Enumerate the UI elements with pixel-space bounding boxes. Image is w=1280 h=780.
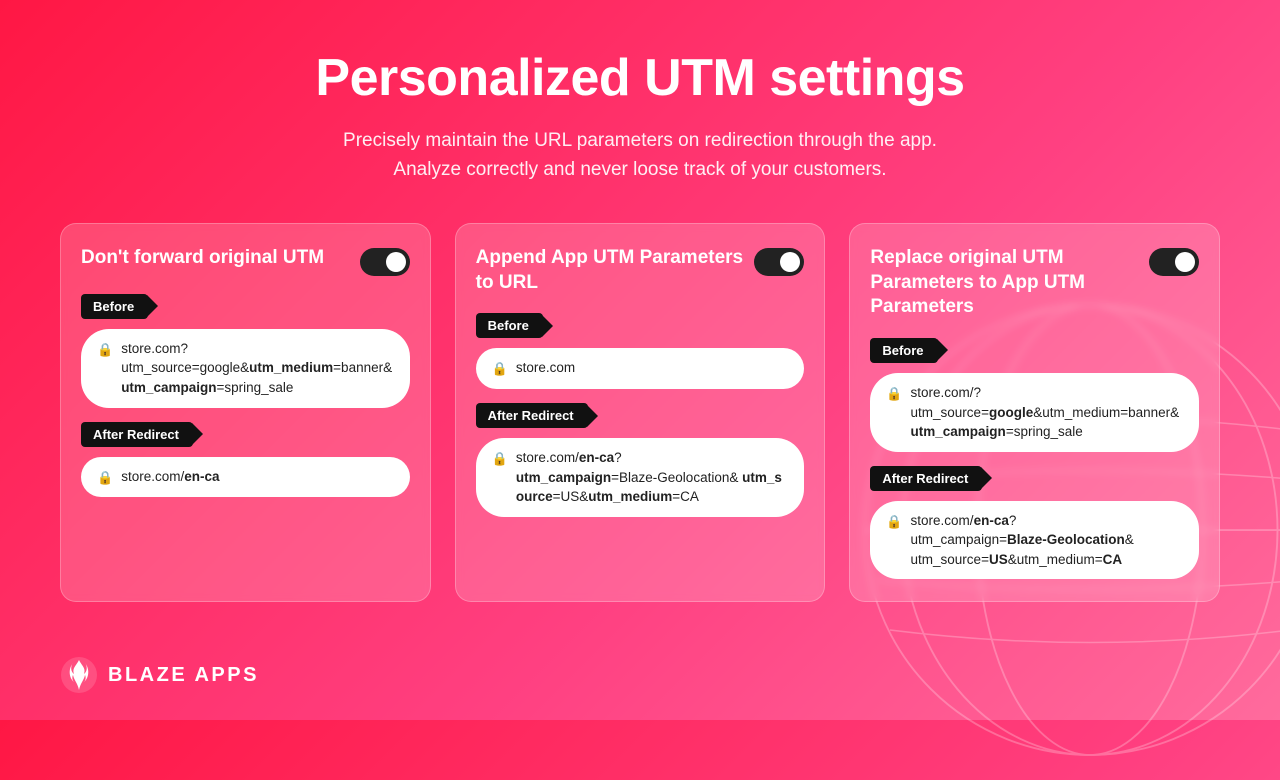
- card2-after-url: 🔒 store.com/en-ca?utm_campaign=Blaze-Geo…: [476, 438, 805, 517]
- card-replace-utm: Replace original UTM Parameters to App U…: [849, 223, 1220, 602]
- card3-after-url: 🔒 store.com/en-ca?utm_campaign=Blaze-Geo…: [870, 501, 1199, 580]
- card3-after-url-text: store.com/en-ca?utm_campaign=Blaze-Geolo…: [911, 511, 1134, 570]
- card1-before-url-text: store.com?utm_source=google&utm_medium=b…: [121, 339, 393, 398]
- lock-icon: 🔒: [97, 341, 113, 360]
- card2-toggle[interactable]: [754, 248, 804, 276]
- page-header: Personalized UTM settings Precisely main…: [0, 0, 1280, 213]
- card2-title: Append App UTM Parameters to URL: [476, 246, 745, 295]
- card1-header: Don't forward original UTM: [81, 246, 410, 276]
- card1-title: Don't forward original UTM: [81, 246, 324, 271]
- lock-icon-2: 🔒: [97, 469, 113, 488]
- card3-before-url-text: store.com/?utm_source=google&utm_medium=…: [911, 383, 1183, 442]
- card1-after-url-text: store.com/en-ca: [121, 467, 219, 487]
- card-append-utm: Append App UTM Parameters to URL Before …: [455, 223, 826, 602]
- card2-before-badge: Before: [476, 313, 543, 338]
- card1-before-url: 🔒 store.com?utm_source=google&utm_medium…: [81, 329, 410, 408]
- page-subtitle: Precisely maintain the URL parameters on…: [60, 126, 1220, 185]
- cards-container: Don't forward original UTM Before 🔒 stor…: [0, 223, 1280, 602]
- card3-before-url: 🔒 store.com/?utm_source=google&utm_mediu…: [870, 373, 1199, 452]
- card3-toggle[interactable]: [1149, 248, 1199, 276]
- lock-icon-4: 🔒: [492, 450, 508, 469]
- card3-after-badge: After Redirect: [870, 466, 982, 491]
- card1-after-badge: After Redirect: [81, 422, 193, 447]
- card3-header: Replace original UTM Parameters to App U…: [870, 246, 1199, 320]
- card3-title: Replace original UTM Parameters to App U…: [870, 246, 1139, 320]
- card-no-forward: Don't forward original UTM Before 🔒 stor…: [60, 223, 431, 602]
- lock-icon-5: 🔒: [886, 385, 902, 404]
- card2-after-badge: After Redirect: [476, 403, 588, 428]
- card1-toggle[interactable]: [360, 248, 410, 276]
- lock-icon-6: 🔒: [886, 513, 902, 532]
- card2-header: Append App UTM Parameters to URL: [476, 246, 805, 295]
- branding-name: BLAZE APPS: [108, 664, 259, 687]
- card3-before-badge: Before: [870, 338, 937, 363]
- card2-after-url-text: store.com/en-ca?utm_campaign=Blaze-Geolo…: [516, 448, 788, 507]
- card2-before-url-text: store.com: [516, 358, 575, 378]
- branding: BLAZE APPS: [60, 656, 259, 694]
- card1-before-badge: Before: [81, 294, 148, 319]
- blaze-logo-icon: [60, 656, 98, 694]
- page-title: Personalized UTM settings: [60, 48, 1220, 108]
- card2-before-url: 🔒 store.com: [476, 348, 805, 389]
- card1-after-url: 🔒 store.com/en-ca: [81, 457, 410, 498]
- lock-icon-3: 🔒: [492, 360, 508, 379]
